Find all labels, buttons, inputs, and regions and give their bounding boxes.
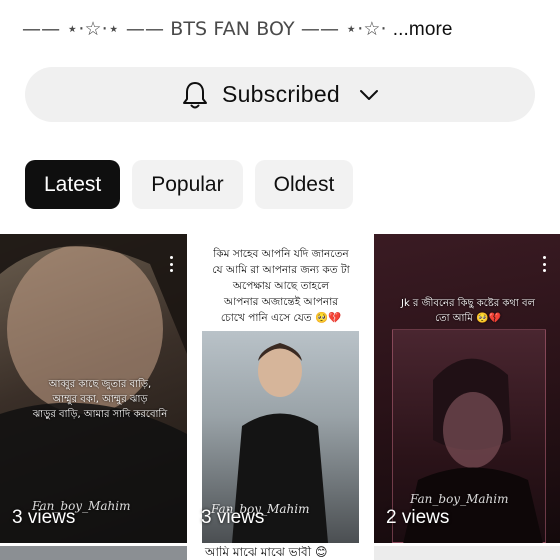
subscribed-button[interactable]: Subscribed — [25, 67, 535, 122]
chip-oldest[interactable]: Oldest — [254, 160, 354, 209]
view-count: 3 views — [12, 507, 76, 528]
more-options-icon[interactable] — [169, 256, 173, 272]
video-grid: আব্বুর কাছে জুতার বাড়ি, আম্মুর বকা, আম্… — [0, 234, 560, 560]
next-row-caption: আমি মাঝে মাঝে ভাবী 😊 — [205, 546, 328, 559]
description-text: —— ⋆·☆·⋆ —— BTS FAN BOY —— ⋆·☆· — [22, 18, 393, 40]
view-count: 2 views — [386, 507, 450, 528]
chip-popular[interactable]: Popular — [132, 160, 243, 209]
watermark-text: Fan_boy_Mahim — [410, 492, 509, 506]
more-link[interactable]: ...more — [393, 19, 453, 40]
more-options-icon[interactable] — [542, 256, 546, 272]
video-thumbnail[interactable]: কিম সাহেব আপনি যদি জানতেন যে আমি রা আপনা… — [189, 234, 372, 543]
video-thumbnail[interactable]: Jk র জীবনের কিছু কষ্টের কথা বল তো আমি 🥺💔… — [374, 234, 560, 543]
thumbnail-image — [0, 546, 187, 560]
view-count: 3 views — [201, 507, 265, 528]
bell-icon — [180, 79, 210, 111]
chip-latest[interactable]: Latest — [25, 160, 121, 209]
channel-description[interactable]: —— ⋆·☆·⋆ —— BTS FAN BOY —— ⋆·☆· ...more — [22, 18, 542, 44]
sort-chips: Latest Popular Oldest — [25, 160, 354, 209]
overlay-text: কিম সাহেব আপনি যদি জানতেন যে আমি রা আপনা… — [212, 248, 350, 324]
thumbnail-image — [374, 546, 560, 560]
overlay-text: Jk র জীবনের কিছু কষ্টের কথা বল তো আমি 🥺💔 — [401, 298, 535, 324]
subscribed-label: Subscribed — [221, 81, 341, 107]
overlay-text: আব্বুর কাছে জুতার বাড়ি, আম্মুর বকা, আম্… — [32, 379, 168, 420]
chevron-down-icon — [358, 84, 380, 106]
next-row-thumbnails[interactable]: আমি মাঝে মাঝে ভাবী 😊 — [0, 546, 560, 560]
video-thumbnail[interactable]: আব্বুর কাছে জুতার বাড়ি, আম্মুর বকা, আম্… — [0, 234, 187, 543]
